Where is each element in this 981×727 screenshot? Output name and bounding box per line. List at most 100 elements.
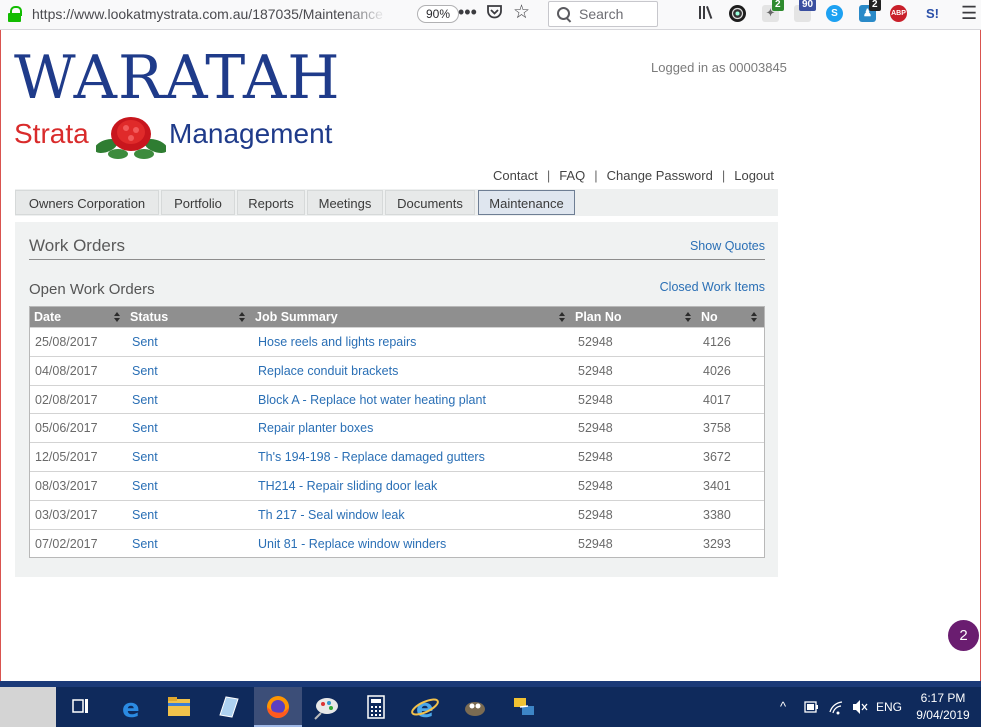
cell-plan-no: 52948 bbox=[578, 507, 613, 522]
table-row[interactable]: 12/05/2017 Sent Th's 194-198 - Replace d… bbox=[30, 442, 764, 471]
s-extension-icon[interactable]: S! bbox=[924, 5, 941, 22]
logged-in-status: Logged in as 00003845 bbox=[651, 60, 787, 75]
cell-status-link[interactable]: Sent bbox=[132, 472, 158, 500]
tab-documents[interactable]: Documents bbox=[385, 190, 475, 215]
tab-owners-corporation[interactable]: Owners Corporation bbox=[15, 190, 159, 215]
wifi-icon[interactable] bbox=[828, 687, 844, 727]
waratah-flower-icon bbox=[96, 117, 166, 159]
tab-maintenance[interactable]: Maintenance bbox=[478, 190, 575, 215]
link-separator: | bbox=[594, 168, 598, 183]
search-field[interactable]: Search bbox=[548, 1, 658, 27]
cell-status-link[interactable]: Sent bbox=[132, 443, 158, 471]
battery-icon[interactable] bbox=[803, 687, 819, 727]
column-header-date[interactable]: Date bbox=[34, 307, 61, 327]
show-hidden-icons-icon[interactable]: ^ bbox=[780, 687, 786, 727]
calculator-icon[interactable] bbox=[352, 687, 400, 727]
gimp-icon[interactable] bbox=[451, 687, 499, 727]
cell-job-summary-link[interactable]: Repair planter boxes bbox=[258, 414, 373, 442]
sort-icon[interactable] bbox=[114, 312, 121, 322]
page-actions-icon[interactable]: ••• bbox=[458, 2, 477, 23]
library-icon[interactable] bbox=[698, 4, 716, 26]
skype-icon[interactable]: S bbox=[826, 5, 843, 22]
adblock-icon[interactable]: ABP bbox=[890, 5, 907, 22]
paint-app-icon[interactable] bbox=[303, 687, 351, 727]
cell-date: 04/08/2017 bbox=[35, 363, 98, 378]
lock-icon[interactable] bbox=[6, 5, 24, 23]
column-header-no[interactable]: No bbox=[701, 307, 718, 327]
cell-status-link[interactable]: Sent bbox=[132, 328, 158, 356]
sort-icon[interactable] bbox=[751, 312, 758, 322]
cell-job-summary-link[interactable]: Replace conduit brackets bbox=[258, 357, 398, 385]
cell-job-summary-link[interactable]: Block A - Replace hot water heating plan… bbox=[258, 386, 486, 414]
cell-date: 25/08/2017 bbox=[35, 335, 98, 349]
closed-work-items-link[interactable]: Closed Work Items bbox=[660, 280, 765, 294]
column-header-plan-no[interactable]: Plan No bbox=[575, 307, 622, 327]
extension-badge: 2 bbox=[869, 0, 881, 11]
sort-icon[interactable] bbox=[239, 312, 246, 322]
network-app-icon[interactable] bbox=[500, 687, 548, 727]
volume-muted-icon[interactable] bbox=[851, 687, 869, 727]
notes-app-icon[interactable] bbox=[204, 687, 252, 727]
cell-job-summary-link[interactable]: Th's 194-198 - Replace damaged gutters bbox=[258, 443, 485, 471]
table-row[interactable]: 08/03/2017 Sent TH214 - Repair sliding d… bbox=[30, 470, 764, 500]
tab-reports[interactable]: Reports bbox=[237, 190, 305, 215]
sort-icon[interactable] bbox=[559, 312, 566, 322]
tab-portfolio[interactable]: Portfolio bbox=[161, 190, 235, 215]
task-view-icon[interactable] bbox=[57, 687, 105, 727]
change-password-link[interactable]: Change Password bbox=[607, 168, 713, 183]
table-row[interactable]: 25/08/2017 Sent Hose reels and lights re… bbox=[30, 327, 764, 356]
start-button[interactable] bbox=[0, 687, 56, 727]
logout-link[interactable]: Logout bbox=[734, 168, 774, 183]
file-explorer-icon[interactable] bbox=[155, 687, 203, 727]
title-divider bbox=[29, 259, 765, 260]
url-text[interactable]: https://www.lookatmystrata.com.au/187035… bbox=[32, 6, 387, 22]
pocket-icon[interactable] bbox=[486, 3, 503, 25]
table-row[interactable]: 02/08/2017 Sent Block A - Replace hot wa… bbox=[30, 384, 764, 414]
cell-status-link[interactable]: Sent bbox=[132, 357, 158, 385]
clock-time: 6:17 PM bbox=[920, 691, 966, 705]
cell-plan-no: 52948 bbox=[578, 363, 613, 378]
firefox-icon[interactable] bbox=[254, 687, 302, 727]
cell-status-link[interactable]: Sent bbox=[132, 530, 158, 558]
section-title: Open Work Orders bbox=[29, 281, 155, 298]
sort-icon[interactable] bbox=[685, 312, 692, 322]
cell-job-summary-link[interactable]: Unit 81 - Replace window winders bbox=[258, 530, 446, 558]
chat-notification-button[interactable]: 2 bbox=[948, 620, 979, 651]
bookmark-star-icon[interactable]: ☆ bbox=[513, 1, 530, 24]
table-row[interactable]: 07/02/2017 Sent Unit 81 - Replace window… bbox=[30, 528, 764, 558]
cell-status-link[interactable]: Sent bbox=[132, 414, 158, 442]
cell-job-summary-link[interactable]: TH214 - Repair sliding door leak bbox=[258, 472, 437, 500]
extension-badge: 90 bbox=[799, 0, 817, 11]
contact-link[interactable]: Contact bbox=[493, 168, 538, 183]
table-row[interactable]: 04/08/2017 Sent Replace conduit brackets… bbox=[30, 355, 764, 385]
cell-job-summary-link[interactable]: Th 217 - Seal window leak bbox=[258, 501, 405, 529]
show-quotes-link[interactable]: Show Quotes bbox=[690, 239, 765, 253]
column-header-status[interactable]: Status bbox=[130, 307, 168, 327]
camera-extension-icon[interactable] bbox=[729, 5, 746, 22]
system-clock[interactable]: 6:17 PM 9/04/2019 bbox=[912, 690, 974, 724]
edge-browser-icon[interactable]: e bbox=[106, 687, 154, 727]
cell-status-link[interactable]: Sent bbox=[132, 501, 158, 529]
internet-explorer-icon[interactable]: e bbox=[401, 687, 449, 727]
cell-status-link[interactable]: Sent bbox=[132, 386, 158, 414]
cell-plan-no: 52948 bbox=[578, 450, 613, 465]
menu-icon[interactable]: ☰ bbox=[961, 3, 977, 24]
svg-text:e: e bbox=[122, 694, 140, 724]
cell-date: 12/05/2017 bbox=[35, 450, 98, 465]
cell-no: 3293 bbox=[703, 536, 731, 551]
column-header-job-summary[interactable]: Job Summary bbox=[255, 307, 338, 327]
language-indicator[interactable]: ENG bbox=[876, 687, 902, 727]
table-row[interactable]: 03/03/2017 Sent Th 217 - Seal window lea… bbox=[30, 499, 764, 529]
logo-waratah-text: WARATAH bbox=[14, 43, 341, 113]
zoom-indicator[interactable]: 90% bbox=[417, 5, 460, 23]
cell-no: 3672 bbox=[703, 450, 731, 465]
cell-plan-no: 52948 bbox=[578, 536, 613, 551]
cell-job-summary-link[interactable]: Hose reels and lights repairs bbox=[258, 328, 416, 356]
faq-link[interactable]: FAQ bbox=[559, 168, 585, 183]
table-row[interactable]: 05/06/2017 Sent Repair planter boxes 529… bbox=[30, 413, 764, 442]
page-title: Work Orders bbox=[29, 236, 126, 255]
clock-date: 9/04/2019 bbox=[916, 708, 970, 722]
tab-meetings[interactable]: Meetings bbox=[307, 190, 383, 215]
link-separator: | bbox=[721, 168, 726, 183]
cell-date: 03/03/2017 bbox=[35, 507, 98, 522]
